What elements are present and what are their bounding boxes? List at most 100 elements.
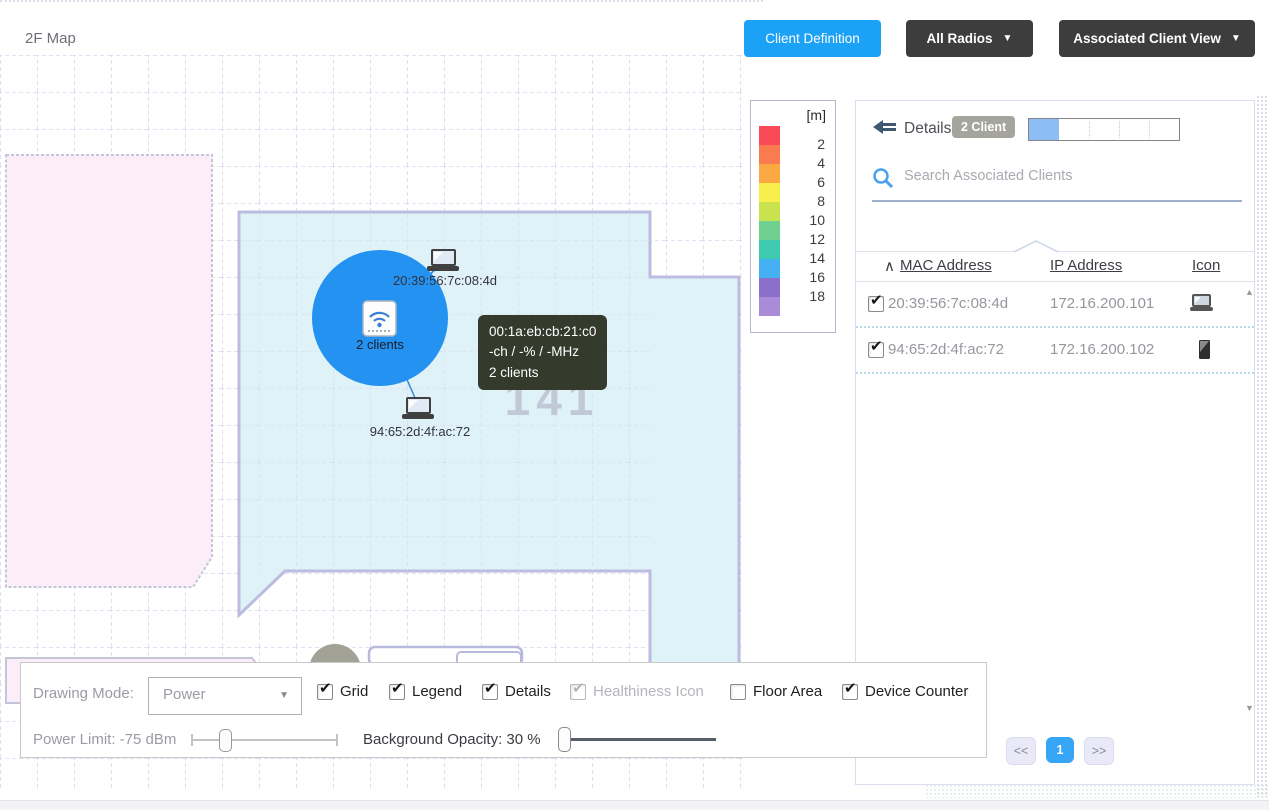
client-row[interactable]: ✔ 94:65:2d:4f:ac:72 172.16.200.102 xyxy=(856,328,1254,374)
capacity-bar xyxy=(1028,118,1180,141)
search-input[interactable] xyxy=(902,167,1206,185)
laptop-icon xyxy=(1190,294,1214,313)
legend-tick: 2 xyxy=(791,136,825,152)
cell-ip: 172.16.200.101 xyxy=(1050,295,1154,312)
legend-swatch xyxy=(759,164,780,183)
laptop-icon[interactable] xyxy=(427,250,459,271)
top-divider xyxy=(0,0,763,2)
floor-area-label: Floor Area xyxy=(753,683,822,700)
client-row[interactable]: ✔ 20:39:56:7c:08:4d 172.16.200.101 xyxy=(856,282,1254,328)
legend-tick: 4 xyxy=(791,155,825,171)
row-checkbox[interactable]: ✔ xyxy=(868,296,884,312)
legend-swatch xyxy=(759,145,780,164)
legend-swatch xyxy=(759,202,780,221)
capacity-bar-tick xyxy=(1119,121,1120,138)
legend-label: Legend xyxy=(412,683,462,700)
drawing-mode-label: Drawing Mode: xyxy=(33,685,134,702)
ap-tooltip-clients: 2 clients xyxy=(489,363,596,383)
table-header-row: ∧ MAC Address IP Address Icon xyxy=(856,251,1254,282)
legend-tick: 18 xyxy=(791,288,825,304)
associated-client-view-dropdown[interactable]: Associated Client View ▼ xyxy=(1059,20,1255,57)
details-label: Details xyxy=(505,683,551,700)
header-ip-address[interactable]: IP Address xyxy=(1050,257,1122,274)
legend-swatch xyxy=(759,183,780,202)
background-opacity-slider xyxy=(558,727,716,751)
drawing-mode-select[interactable]: Power ▼ xyxy=(148,677,302,715)
smartphone-icon xyxy=(1194,340,1218,360)
search-underline xyxy=(872,200,1242,202)
device-counter-checkbox[interactable]: ✔ Device Counter xyxy=(842,683,968,700)
capacity-bar-tick xyxy=(1089,121,1090,138)
grid-checkbox[interactable]: ✔ Grid xyxy=(317,683,368,700)
legend-checkbox[interactable]: ✔ Legend xyxy=(389,683,462,700)
header-mac-address[interactable]: MAC Address xyxy=(900,257,992,274)
legend-tick: 6 xyxy=(791,174,825,190)
details-title: Details xyxy=(904,120,951,138)
ap-clients-count-label: 2 clients xyxy=(330,337,430,352)
floor-area-checkbox[interactable]: Floor Area xyxy=(730,683,822,700)
associated-clients-table: ∧ MAC Address IP Address Icon ✔ 20:39:56… xyxy=(856,251,1254,374)
scrollbar-track[interactable] xyxy=(1256,95,1269,797)
power-limit-slider xyxy=(191,729,338,751)
search-icon xyxy=(872,167,894,189)
all-radios-dropdown[interactable]: All Radios ▼ xyxy=(906,20,1033,57)
client-definition-button[interactable]: Client Definition xyxy=(744,20,881,57)
power-limit-label: Power Limit: -75 dBm xyxy=(33,731,176,748)
legend-tick: 16 xyxy=(791,269,825,285)
drawing-mode-value: Power xyxy=(163,686,206,703)
legend-swatch xyxy=(759,126,780,145)
cell-ip: 172.16.200.102 xyxy=(1050,341,1154,358)
legend-tick: 8 xyxy=(791,193,825,209)
chevron-down-icon: ▼ xyxy=(1003,33,1013,44)
legend-tick: 14 xyxy=(791,250,825,266)
healthiness-icon-label: Healthiness Icon xyxy=(593,683,704,700)
scroll-down-arrow[interactable]: ▼ xyxy=(1245,703,1254,713)
client-definition-label: Client Definition xyxy=(765,31,860,46)
slider-end-tick xyxy=(336,734,338,746)
capacity-bar-fill xyxy=(1029,119,1059,140)
app-window: 2F Map Client Definition All Radios ▼ As… xyxy=(0,0,1269,810)
all-radios-label: All Radios xyxy=(927,31,993,46)
slider-track xyxy=(567,738,716,741)
chevron-down-icon: ▼ xyxy=(279,690,289,701)
device-counter-label: Device Counter xyxy=(865,683,968,700)
associated-client-view-label: Associated Client View xyxy=(1073,31,1221,46)
capacity-bar-tick xyxy=(1149,121,1150,138)
grid-label: Grid xyxy=(340,683,368,700)
header-icon[interactable]: Icon xyxy=(1192,257,1220,274)
client-mac-label: 94:65:2d:4f:ac:72 xyxy=(340,424,500,439)
pagination: << 1 >> xyxy=(1006,737,1114,765)
details-checkbox[interactable]: ✔ Details xyxy=(482,683,551,700)
panel-shadow xyxy=(925,784,1269,798)
slider-track xyxy=(191,739,338,741)
background-opacity-slider-handle[interactable] xyxy=(558,727,571,752)
pagination-prev-button[interactable]: << xyxy=(1006,737,1036,765)
cell-mac: 94:65:2d:4f:ac:72 xyxy=(888,341,1004,358)
ap-tooltip-mac: 00:1a:eb:cb:21:c0 xyxy=(489,322,596,342)
pagination-next-button[interactable]: >> xyxy=(1084,737,1114,765)
scroll-up-arrow[interactable]: ▲ xyxy=(1245,287,1254,297)
chevron-down-icon: ▼ xyxy=(1231,33,1241,44)
access-point-icon[interactable] xyxy=(363,301,396,336)
ap-tooltip-radio: -ch / -% / -MHz xyxy=(489,342,596,362)
ap-tooltip: 00:1a:eb:cb:21:c0 -ch / -% / -MHz 2 clie… xyxy=(478,315,607,390)
room-pink xyxy=(6,155,212,587)
pagination-page-1-button[interactable]: 1 xyxy=(1046,737,1074,763)
legend-unit-label: [m] xyxy=(807,107,826,123)
page-title: 2F Map xyxy=(25,30,76,47)
laptop-icon[interactable] xyxy=(402,398,434,419)
table-notch xyxy=(1014,240,1058,253)
sort-ascending-icon[interactable]: ∧ xyxy=(884,257,895,275)
legend-tick: 10 xyxy=(791,212,825,228)
background-opacity-label: Background Opacity: 30 % xyxy=(363,731,541,748)
legend-swatch xyxy=(759,297,780,316)
row-checkbox[interactable]: ✔ xyxy=(868,342,884,358)
client-count-badge: 2 Client xyxy=(952,116,1015,138)
legend-swatch xyxy=(759,259,780,278)
legend-swatch xyxy=(759,240,780,259)
back-arrow-icon[interactable] xyxy=(872,118,898,136)
power-limit-slider-handle[interactable] xyxy=(219,729,232,752)
slider-end-tick xyxy=(191,734,193,746)
distance-legend: [m] 2 4 6 8 10 12 14 16 18 xyxy=(750,100,836,333)
healthiness-icon-checkbox: ✔ Healthiness Icon xyxy=(570,683,704,700)
